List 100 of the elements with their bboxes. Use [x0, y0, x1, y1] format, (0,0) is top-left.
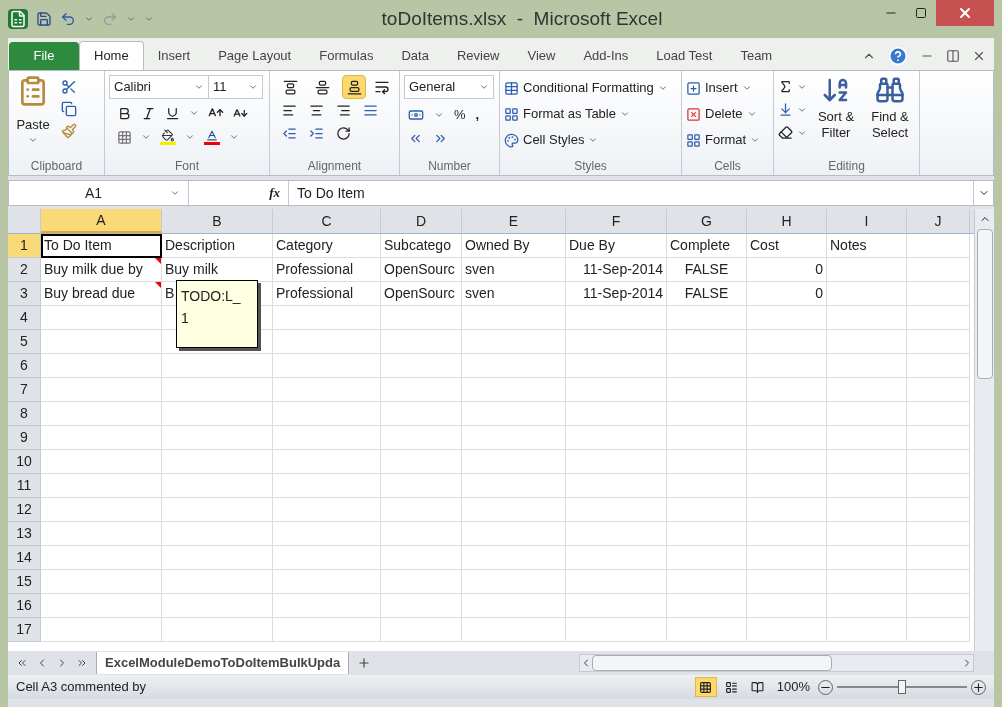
row-header[interactable]: 8 — [8, 402, 41, 426]
fill-icon[interactable] — [778, 102, 793, 117]
ribbon-tab[interactable]: Page Layout — [204, 41, 306, 70]
styles-button[interactable]: Cell Styles — [504, 127, 599, 153]
horizontal-scroll-thumb[interactable] — [592, 655, 833, 671]
row-header[interactable]: 16 — [8, 594, 41, 618]
cells-button[interactable]: Delete — [686, 101, 757, 127]
sheet-tab[interactable]: ExcelModuleDemoToDoItemBulkUpda — [96, 652, 350, 674]
underline-icon[interactable] — [165, 105, 180, 121]
row-header[interactable]: 12 — [8, 498, 41, 522]
scroll-thumb[interactable] — [976, 229, 993, 379]
row-header[interactable]: 11 — [8, 474, 41, 498]
insert-sheet-icon[interactable] — [357, 656, 372, 670]
ribbon-tab[interactable]: Team — [726, 41, 787, 70]
zoom-slider[interactable] — [837, 679, 967, 695]
save-icon[interactable] — [36, 11, 52, 27]
column-header[interactable]: B — [162, 209, 273, 233]
font-color-icon[interactable] — [204, 129, 220, 145]
column-header[interactable]: G — [667, 209, 747, 233]
align-center-icon[interactable] — [309, 103, 324, 118]
file-tab[interactable]: File — [9, 42, 79, 70]
undo-icon[interactable] — [60, 11, 76, 27]
table-cell: FALSE — [667, 258, 747, 282]
styles-button[interactable]: Format as Table — [504, 101, 630, 127]
wrap-text-icon[interactable] — [374, 79, 390, 95]
row-header[interactable]: 5 — [8, 330, 41, 354]
editing-button[interactable]: Find & Select — [865, 75, 915, 141]
editing-button[interactable]: Sort & Filter — [811, 75, 861, 141]
table-cell: Professional — [273, 282, 381, 306]
empty-cell — [907, 522, 970, 546]
autosum-icon[interactable] — [778, 79, 793, 94]
clear-icon[interactable] — [778, 125, 793, 140]
column-header[interactable]: J — [907, 209, 970, 233]
row-header[interactable]: 4 — [8, 306, 41, 330]
decrease-indent-icon[interactable] — [282, 126, 297, 141]
close-icon[interactable] — [972, 49, 986, 63]
cut-icon[interactable] — [61, 79, 77, 95]
row-header[interactable]: 2 — [8, 258, 41, 282]
row-header[interactable]: 10 — [8, 450, 41, 474]
font-name-field[interactable]: Calibri — [109, 75, 209, 99]
empty-cell — [907, 546, 970, 570]
column-header[interactable]: C — [273, 209, 381, 233]
percent-button[interactable]: % — [454, 105, 466, 125]
last-sheet-icon[interactable] — [76, 657, 88, 669]
excel-logo-icon — [8, 9, 28, 29]
paste-button[interactable]: Paste — [13, 75, 53, 145]
ribbon-tab[interactable]: Review — [442, 41, 514, 70]
first-sheet-icon[interactable] — [16, 657, 28, 669]
row-header[interactable]: 9 — [8, 426, 41, 450]
align-right-icon[interactable] — [336, 103, 351, 118]
format-painter-icon[interactable] — [61, 123, 77, 139]
table-cell: Owned By — [462, 234, 566, 258]
font-size-field[interactable]: 11 — [209, 75, 263, 99]
view-button[interactable] — [694, 677, 717, 697]
table-cell: Buy bread due — [41, 282, 162, 306]
zoom-thumb[interactable] — [898, 680, 906, 694]
copy-icon[interactable] — [61, 101, 77, 117]
ribbon-tab[interactable]: Data — [387, 41, 443, 70]
row-header[interactable]: 3 — [8, 282, 41, 306]
fill-color-icon[interactable] — [160, 129, 176, 145]
ribbon-tab[interactable]: Formulas — [305, 41, 388, 70]
row-header[interactable]: 1 — [8, 234, 41, 258]
row-header[interactable]: 14 — [8, 546, 41, 570]
column-header[interactable]: D — [381, 209, 462, 233]
column-header[interactable]: F — [566, 209, 667, 233]
row-header[interactable]: 13 — [8, 522, 41, 546]
cells-button[interactable]: Insert — [686, 75, 752, 101]
column-header[interactable]: H — [747, 209, 827, 233]
align-left-icon[interactable] — [282, 103, 297, 118]
bold-icon[interactable] — [117, 105, 132, 121]
number-format-field[interactable]: General — [404, 75, 494, 99]
ribbon-tab[interactable]: Load Test — [642, 41, 727, 70]
column-header[interactable]: I — [827, 209, 907, 233]
cells-icon — [686, 132, 701, 148]
empty-cell — [907, 426, 970, 450]
increase-indent-icon[interactable] — [309, 126, 324, 141]
row-header[interactable]: 7 — [8, 378, 41, 402]
table-cell: Professional — [273, 258, 381, 282]
cells-button[interactable]: Format — [686, 127, 761, 153]
orientation-icon[interactable] — [336, 126, 351, 141]
row-header[interactable]: 17 — [8, 618, 41, 642]
ribbon-tab[interactable]: View — [513, 41, 570, 70]
vertical-align-button[interactable] — [342, 75, 366, 99]
row-header[interactable]: 15 — [8, 570, 41, 594]
ribbon-tab[interactable]: Home — [79, 41, 144, 70]
column-header[interactable]: A — [41, 209, 162, 233]
row-header[interactable]: 6 — [8, 354, 41, 378]
ribbon-tab[interactable]: Add-Ins — [569, 41, 643, 70]
table-cell: To Do Item — [41, 234, 162, 258]
styles-icon — [504, 80, 519, 96]
page-break-icon — [751, 680, 765, 694]
styles-button[interactable]: Conditional Formatting — [504, 75, 668, 101]
italic-icon[interactable] — [141, 105, 156, 121]
zoom-level[interactable]: 100% — [776, 677, 810, 697]
comma-button[interactable]: , — [475, 105, 480, 125]
close-button[interactable] — [936, 0, 994, 26]
column-header[interactable]: E — [462, 209, 566, 233]
ribbon-tab[interactable]: Insert — [143, 41, 205, 70]
borders-icon[interactable] — [117, 129, 132, 145]
help-icon[interactable] — [888, 46, 908, 66]
